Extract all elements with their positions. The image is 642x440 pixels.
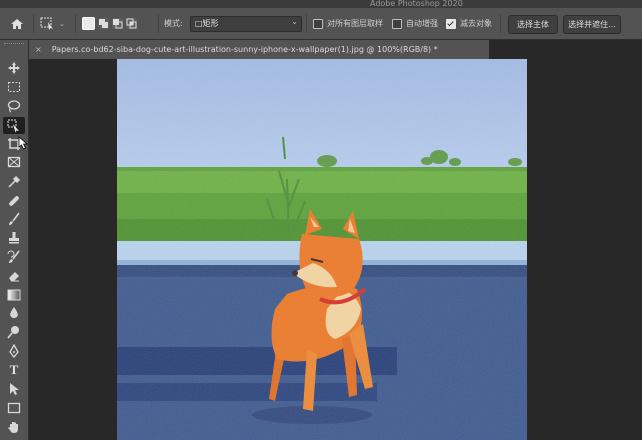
history-brush-icon xyxy=(7,250,20,263)
object-selection-icon xyxy=(7,119,19,132)
history-brush-tool[interactable] xyxy=(3,248,25,265)
subtract-object-checkbox[interactable]: 减去对象 xyxy=(446,8,492,39)
lasso-icon xyxy=(7,99,21,113)
stamp-icon xyxy=(9,231,19,243)
bandage-icon xyxy=(9,195,19,206)
select-subject-button[interactable]: 选择主体 xyxy=(508,15,558,34)
object-selection-preset-icon xyxy=(40,17,53,30)
eyedropper-icon xyxy=(8,175,21,188)
hand-icon xyxy=(8,421,18,433)
dodge-icon xyxy=(7,325,19,338)
checkbox-box xyxy=(313,18,323,29)
options-bar: ⌄ 模式: □矩形 ⌄ 对所有图层取样 自动增强 减去对象 选择主体 选择并遮住… xyxy=(0,8,642,40)
move-icon xyxy=(8,61,20,74)
eraser-tool[interactable] xyxy=(3,267,25,284)
mouse-cursor-icon xyxy=(18,136,29,150)
tools-panel: T xyxy=(0,40,29,440)
checkbox-box-checked xyxy=(446,18,456,29)
document-tab[interactable]: × Papers.co-bd62-siba-dog-cute-art-illus… xyxy=(29,40,489,59)
drop-icon xyxy=(10,306,18,318)
dodge-tool[interactable] xyxy=(3,323,25,340)
marquee-tool[interactable] xyxy=(3,78,25,95)
new-selection-button[interactable] xyxy=(82,17,95,30)
healing-brush-tool[interactable] xyxy=(3,192,25,209)
intersect-selection-icon xyxy=(126,18,137,29)
blur-tool[interactable] xyxy=(3,304,25,321)
lasso-tool[interactable] xyxy=(3,97,25,114)
arrow-icon xyxy=(10,382,19,395)
mode-select-value: □矩形 xyxy=(195,19,219,28)
document-canvas[interactable] xyxy=(117,59,527,440)
rectangle-icon xyxy=(7,402,21,413)
paper-grain-overlay xyxy=(117,59,527,440)
document-tab-bar: × Papers.co-bd62-siba-dog-cute-art-illus… xyxy=(29,40,642,59)
pen-tool[interactable] xyxy=(3,342,25,359)
brush-tool[interactable] xyxy=(3,210,25,227)
move-tool[interactable] xyxy=(3,59,25,76)
gradient-icon xyxy=(7,289,21,300)
gradient-tool[interactable] xyxy=(3,286,25,303)
rect-marquee-icon xyxy=(8,81,20,92)
tool-preset-picker[interactable]: ⌄ xyxy=(40,8,65,39)
subtract-from-selection-button[interactable] xyxy=(112,18,123,29)
eyedropper-tool[interactable] xyxy=(3,173,25,190)
panel-grip xyxy=(4,43,24,46)
intersect-selection-button[interactable] xyxy=(126,18,137,29)
mode-select[interactable]: □矩形 ⌄ xyxy=(190,16,302,32)
frame-icon xyxy=(7,156,21,167)
canvas-area[interactable] xyxy=(29,59,642,440)
hand-tool[interactable] xyxy=(3,418,25,435)
brush-icon xyxy=(9,212,20,225)
chevron-down-icon: ⌄ xyxy=(291,17,298,26)
home-icon xyxy=(11,18,23,29)
clone-stamp-tool[interactable] xyxy=(3,229,25,246)
mode-label: 模式: xyxy=(164,19,183,28)
select-and-mask-button[interactable]: 选择并遮住... xyxy=(563,15,621,34)
object-selection-tool[interactable] xyxy=(3,117,25,134)
add-to-selection-button[interactable] xyxy=(98,18,109,29)
document-tab-title: Papers.co-bd62-siba-dog-cute-art-illustr… xyxy=(51,45,438,54)
window-title: Adobe Photoshop 2020 xyxy=(370,0,463,8)
type-icon: T xyxy=(9,361,19,377)
auto-enhance-label: 自动增强 xyxy=(406,19,438,28)
home-button[interactable] xyxy=(10,8,24,39)
frame-tool[interactable] xyxy=(3,153,25,170)
auto-enhance-checkbox[interactable]: 自动增强 xyxy=(392,8,438,39)
add-selection-icon xyxy=(99,19,108,28)
close-tab-icon[interactable]: × xyxy=(35,45,42,54)
subtract-selection-icon xyxy=(113,19,123,29)
subtract-object-label: 减去对象 xyxy=(460,19,492,28)
type-tool[interactable]: T xyxy=(3,361,25,378)
eraser-icon xyxy=(9,271,19,281)
path-selection-tool[interactable] xyxy=(3,380,25,397)
rectangle-tool[interactable] xyxy=(3,399,25,416)
pen-icon xyxy=(9,343,19,358)
sample-all-layers-checkbox[interactable]: 对所有图层取样 xyxy=(313,8,383,39)
checkbox-box xyxy=(392,18,402,29)
chevron-down-icon: ⌄ xyxy=(59,19,65,28)
title-bar: Adobe Photoshop 2020 xyxy=(0,0,642,8)
sample-all-layers-label: 对所有图层取样 xyxy=(327,19,383,28)
